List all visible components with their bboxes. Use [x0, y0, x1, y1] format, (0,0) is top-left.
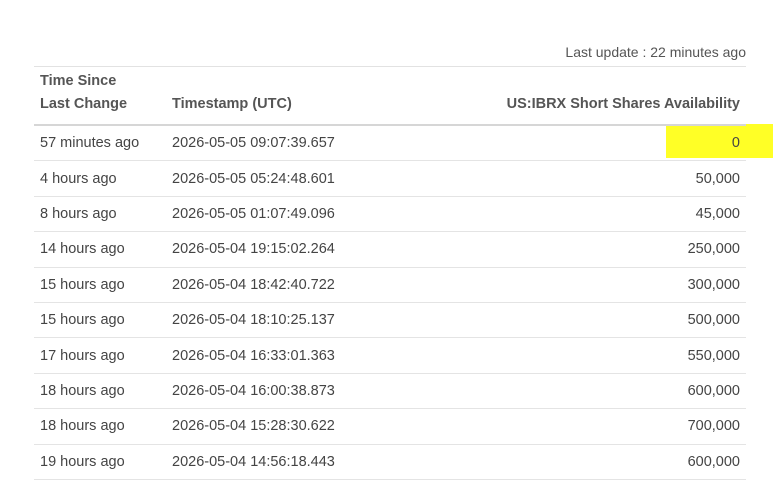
cell-timestamp: 2026-05-05 01:07:49.096 [172, 205, 335, 222]
cell-timestamp: 2026-05-05 05:24:48.601 [172, 170, 335, 187]
table-row: 4 hours ago 2026-05-05 05:24:48.601 50,0… [34, 161, 746, 197]
cell-shares: 300,000 [687, 276, 740, 293]
header-availability: US:IBRX Short Shares Availability [506, 96, 740, 112]
table-row: 14 hours ago 2026-05-04 19:15:02.264 250… [34, 232, 746, 268]
cell-time-since: 57 minutes ago [40, 135, 140, 152]
cell-time-since: 15 hours ago [40, 312, 125, 329]
cell-shares: 550,000 [687, 347, 740, 364]
cell-timestamp: 2026-05-04 18:10:25.137 [172, 312, 335, 329]
table-row: 8 hours ago 2026-05-05 01:07:49.096 45,0… [34, 197, 746, 233]
cell-timestamp: 2026-05-04 19:15:02.264 [172, 241, 335, 258]
cell-shares: 250,000 [687, 241, 740, 258]
cell-time-since: 19 hours ago [40, 453, 125, 470]
cell-time-since: 8 hours ago [40, 205, 117, 222]
cell-shares: 45,000 [695, 205, 740, 222]
cell-shares: 700,000 [687, 418, 740, 435]
cell-timestamp: 2026-05-04 18:42:40.722 [172, 276, 335, 293]
cell-time-since: 14 hours ago [40, 241, 125, 258]
header-time-since-line1: Time Since [40, 73, 117, 89]
header-timestamp: Timestamp (UTC) [172, 96, 292, 112]
table-body: 57 minutes ago 2026-05-05 09:07:39.657 0… [34, 126, 746, 480]
cell-timestamp: 2026-05-04 16:33:01.363 [172, 347, 335, 364]
cell-timestamp: 2026-05-04 15:28:30.622 [172, 418, 335, 435]
cell-time-since: 4 hours ago [40, 170, 117, 187]
cell-timestamp: 2026-05-04 16:00:38.873 [172, 382, 335, 399]
cell-time-since: 17 hours ago [40, 347, 125, 364]
cell-shares: 0 [731, 135, 740, 152]
cell-time-since: 15 hours ago [40, 276, 125, 293]
cell-timestamp: 2026-05-05 09:07:39.657 [172, 135, 335, 152]
table-row: 17 hours ago 2026-05-04 16:33:01.363 550… [34, 338, 746, 374]
cell-shares: 600,000 [687, 382, 740, 399]
cell-shares: 500,000 [687, 312, 740, 329]
table-row: 15 hours ago 2026-05-04 18:10:25.137 500… [34, 303, 746, 339]
cell-shares: 50,000 [695, 170, 740, 187]
cell-shares: 600,000 [687, 453, 740, 470]
table-row: 18 hours ago 2026-05-04 16:00:38.873 600… [34, 374, 746, 410]
table-row: 57 minutes ago 2026-05-05 09:07:39.657 0 [34, 126, 746, 162]
header-time-since: Time Since Last Change [34, 70, 172, 116]
last-update-text: Last update : 22 minutes ago [565, 44, 746, 60]
short-availability-table: Time Since Last Change Timestamp (UTC) U… [34, 66, 746, 480]
cell-time-since: 18 hours ago [40, 418, 125, 435]
header-time-since-line2: Last Change [40, 96, 128, 112]
table-row: 18 hours ago 2026-05-04 15:28:30.622 700… [34, 409, 746, 445]
cell-timestamp: 2026-05-04 14:56:18.443 [172, 453, 335, 470]
cell-time-since: 18 hours ago [40, 382, 125, 399]
table-row: 19 hours ago 2026-05-04 14:56:18.443 600… [34, 445, 746, 480]
table-row: 15 hours ago 2026-05-04 18:42:40.722 300… [34, 268, 746, 303]
table-header: Time Since Last Change Timestamp (UTC) U… [34, 67, 746, 126]
